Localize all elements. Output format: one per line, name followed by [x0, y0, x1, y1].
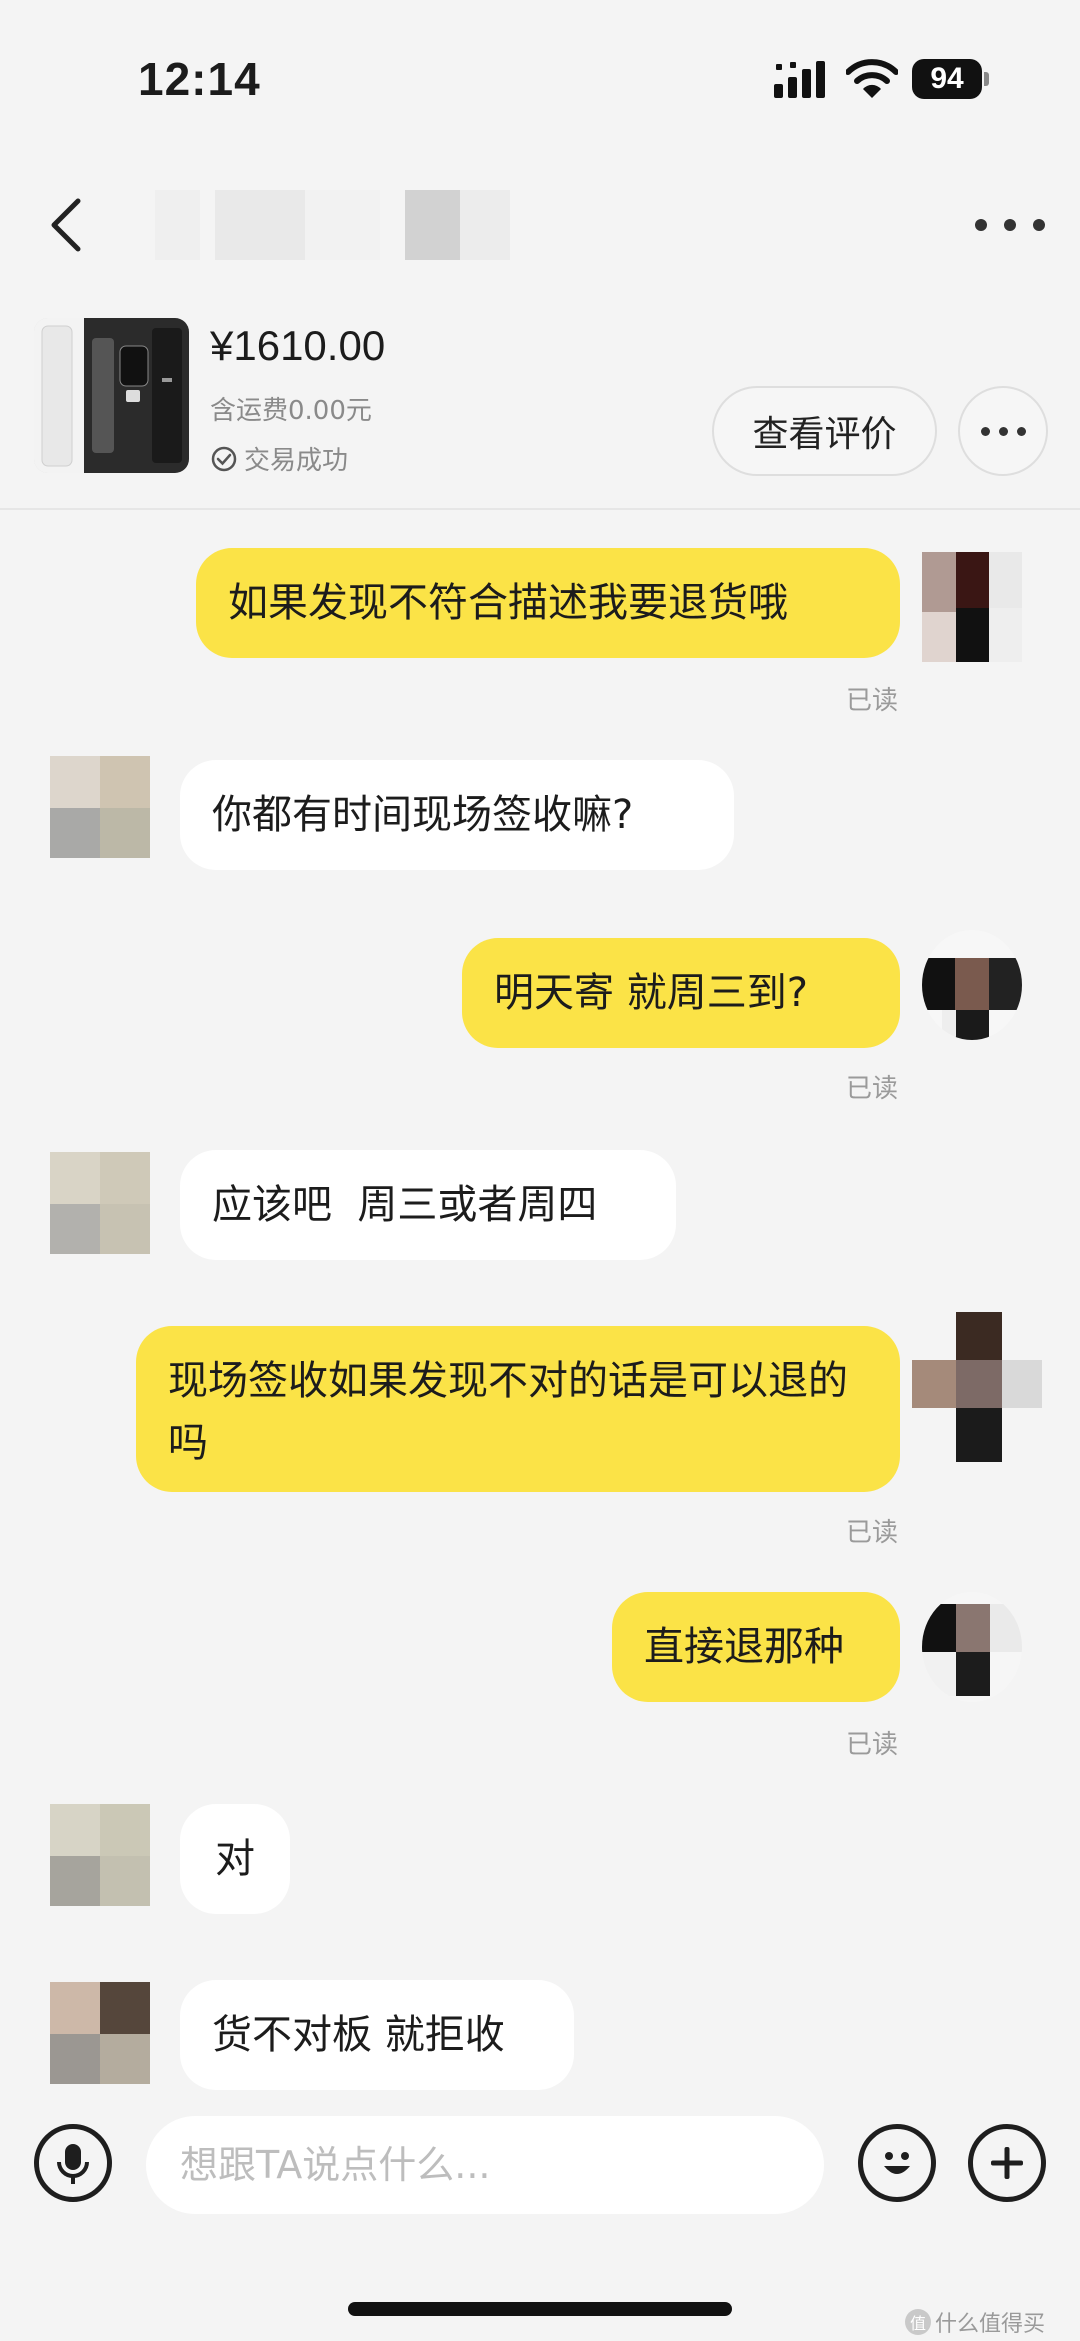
emoji-button[interactable]	[858, 2124, 936, 2202]
watermark: 值 什么值得买	[905, 2306, 1045, 2338]
dot	[1033, 219, 1045, 231]
product-image	[34, 318, 189, 473]
cellular-signal-icon	[774, 61, 825, 98]
battery-tip	[984, 72, 989, 86]
trade-status-label: 交易成功	[244, 446, 349, 476]
plus-icon	[991, 2147, 1023, 2179]
check-circle-icon	[211, 446, 237, 471]
contact-avatar[interactable]	[50, 1982, 150, 2092]
message-bubble-incoming[interactable]: 货不对板 就拒收	[180, 1980, 574, 2090]
more-options-button[interactable]	[975, 200, 1045, 250]
trade-status: 交易成功	[210, 440, 348, 477]
wifi-icon	[846, 59, 898, 98]
contact-avatar[interactable]	[50, 1804, 150, 1914]
dot	[975, 219, 987, 231]
microphone-icon	[57, 2144, 89, 2184]
my-avatar[interactable]	[922, 552, 1022, 662]
dot	[1004, 219, 1016, 231]
shipping-fee: 含运费0.00元	[210, 396, 372, 426]
divider	[0, 508, 1080, 510]
my-avatar[interactable]	[922, 930, 1022, 1040]
status-time: 12:14	[138, 53, 261, 105]
product-more-button[interactable]	[958, 386, 1048, 476]
my-avatar[interactable]	[922, 1592, 1022, 1702]
chevron-left-icon	[51, 198, 81, 252]
add-attachment-button[interactable]	[968, 2124, 1046, 2202]
dot	[980, 426, 990, 436]
my-avatar[interactable]	[912, 1312, 1042, 1462]
message-bubble-outgoing[interactable]: 如果发现不符合描述我要退货哦	[196, 548, 900, 658]
message-bubble-incoming[interactable]: 应该吧 周三或者周四	[180, 1150, 676, 1260]
dot	[998, 426, 1008, 436]
watermark-logo: 值	[905, 2309, 931, 2335]
contact-avatar[interactable]	[50, 1152, 150, 1262]
back-button[interactable]	[40, 190, 90, 260]
product-price: ¥1610.00	[210, 322, 386, 369]
message-bubble-incoming[interactable]: 对	[180, 1804, 290, 1914]
watermark-text: 什么值得买	[935, 2312, 1046, 2337]
message-bubble-outgoing[interactable]: 现场签收如果发现不对的话是可以退的吗	[136, 1326, 900, 1492]
dot	[1016, 426, 1026, 436]
read-receipt: 已读	[846, 1074, 899, 1104]
view-review-button[interactable]: 查看评价	[712, 386, 937, 476]
voice-button[interactable]	[34, 2124, 112, 2202]
read-receipt: 已读	[846, 686, 899, 716]
read-receipt: 已读	[846, 1518, 899, 1548]
message-input[interactable]	[146, 2116, 824, 2214]
chat-screen: 12:14 94 ¥1610.00 含运费0.00元 交易成功 查看评价 如果发…	[0, 0, 1080, 2341]
message-bubble-outgoing[interactable]: 直接退那种	[612, 1592, 900, 1702]
message-bubble-outgoing[interactable]: 明天寄 就周三到?	[462, 938, 900, 1048]
read-receipt: 已读	[846, 1730, 899, 1760]
battery-indicator: 94	[912, 59, 982, 99]
message-bubble-incoming[interactable]: 你都有时间现场签收嘛?	[180, 760, 734, 870]
smiley-icon	[884, 2152, 910, 2174]
product-thumbnail[interactable]	[34, 318, 189, 473]
contact-avatar[interactable]	[50, 756, 150, 866]
contact-name	[130, 175, 510, 270]
home-indicator	[348, 2302, 732, 2316]
